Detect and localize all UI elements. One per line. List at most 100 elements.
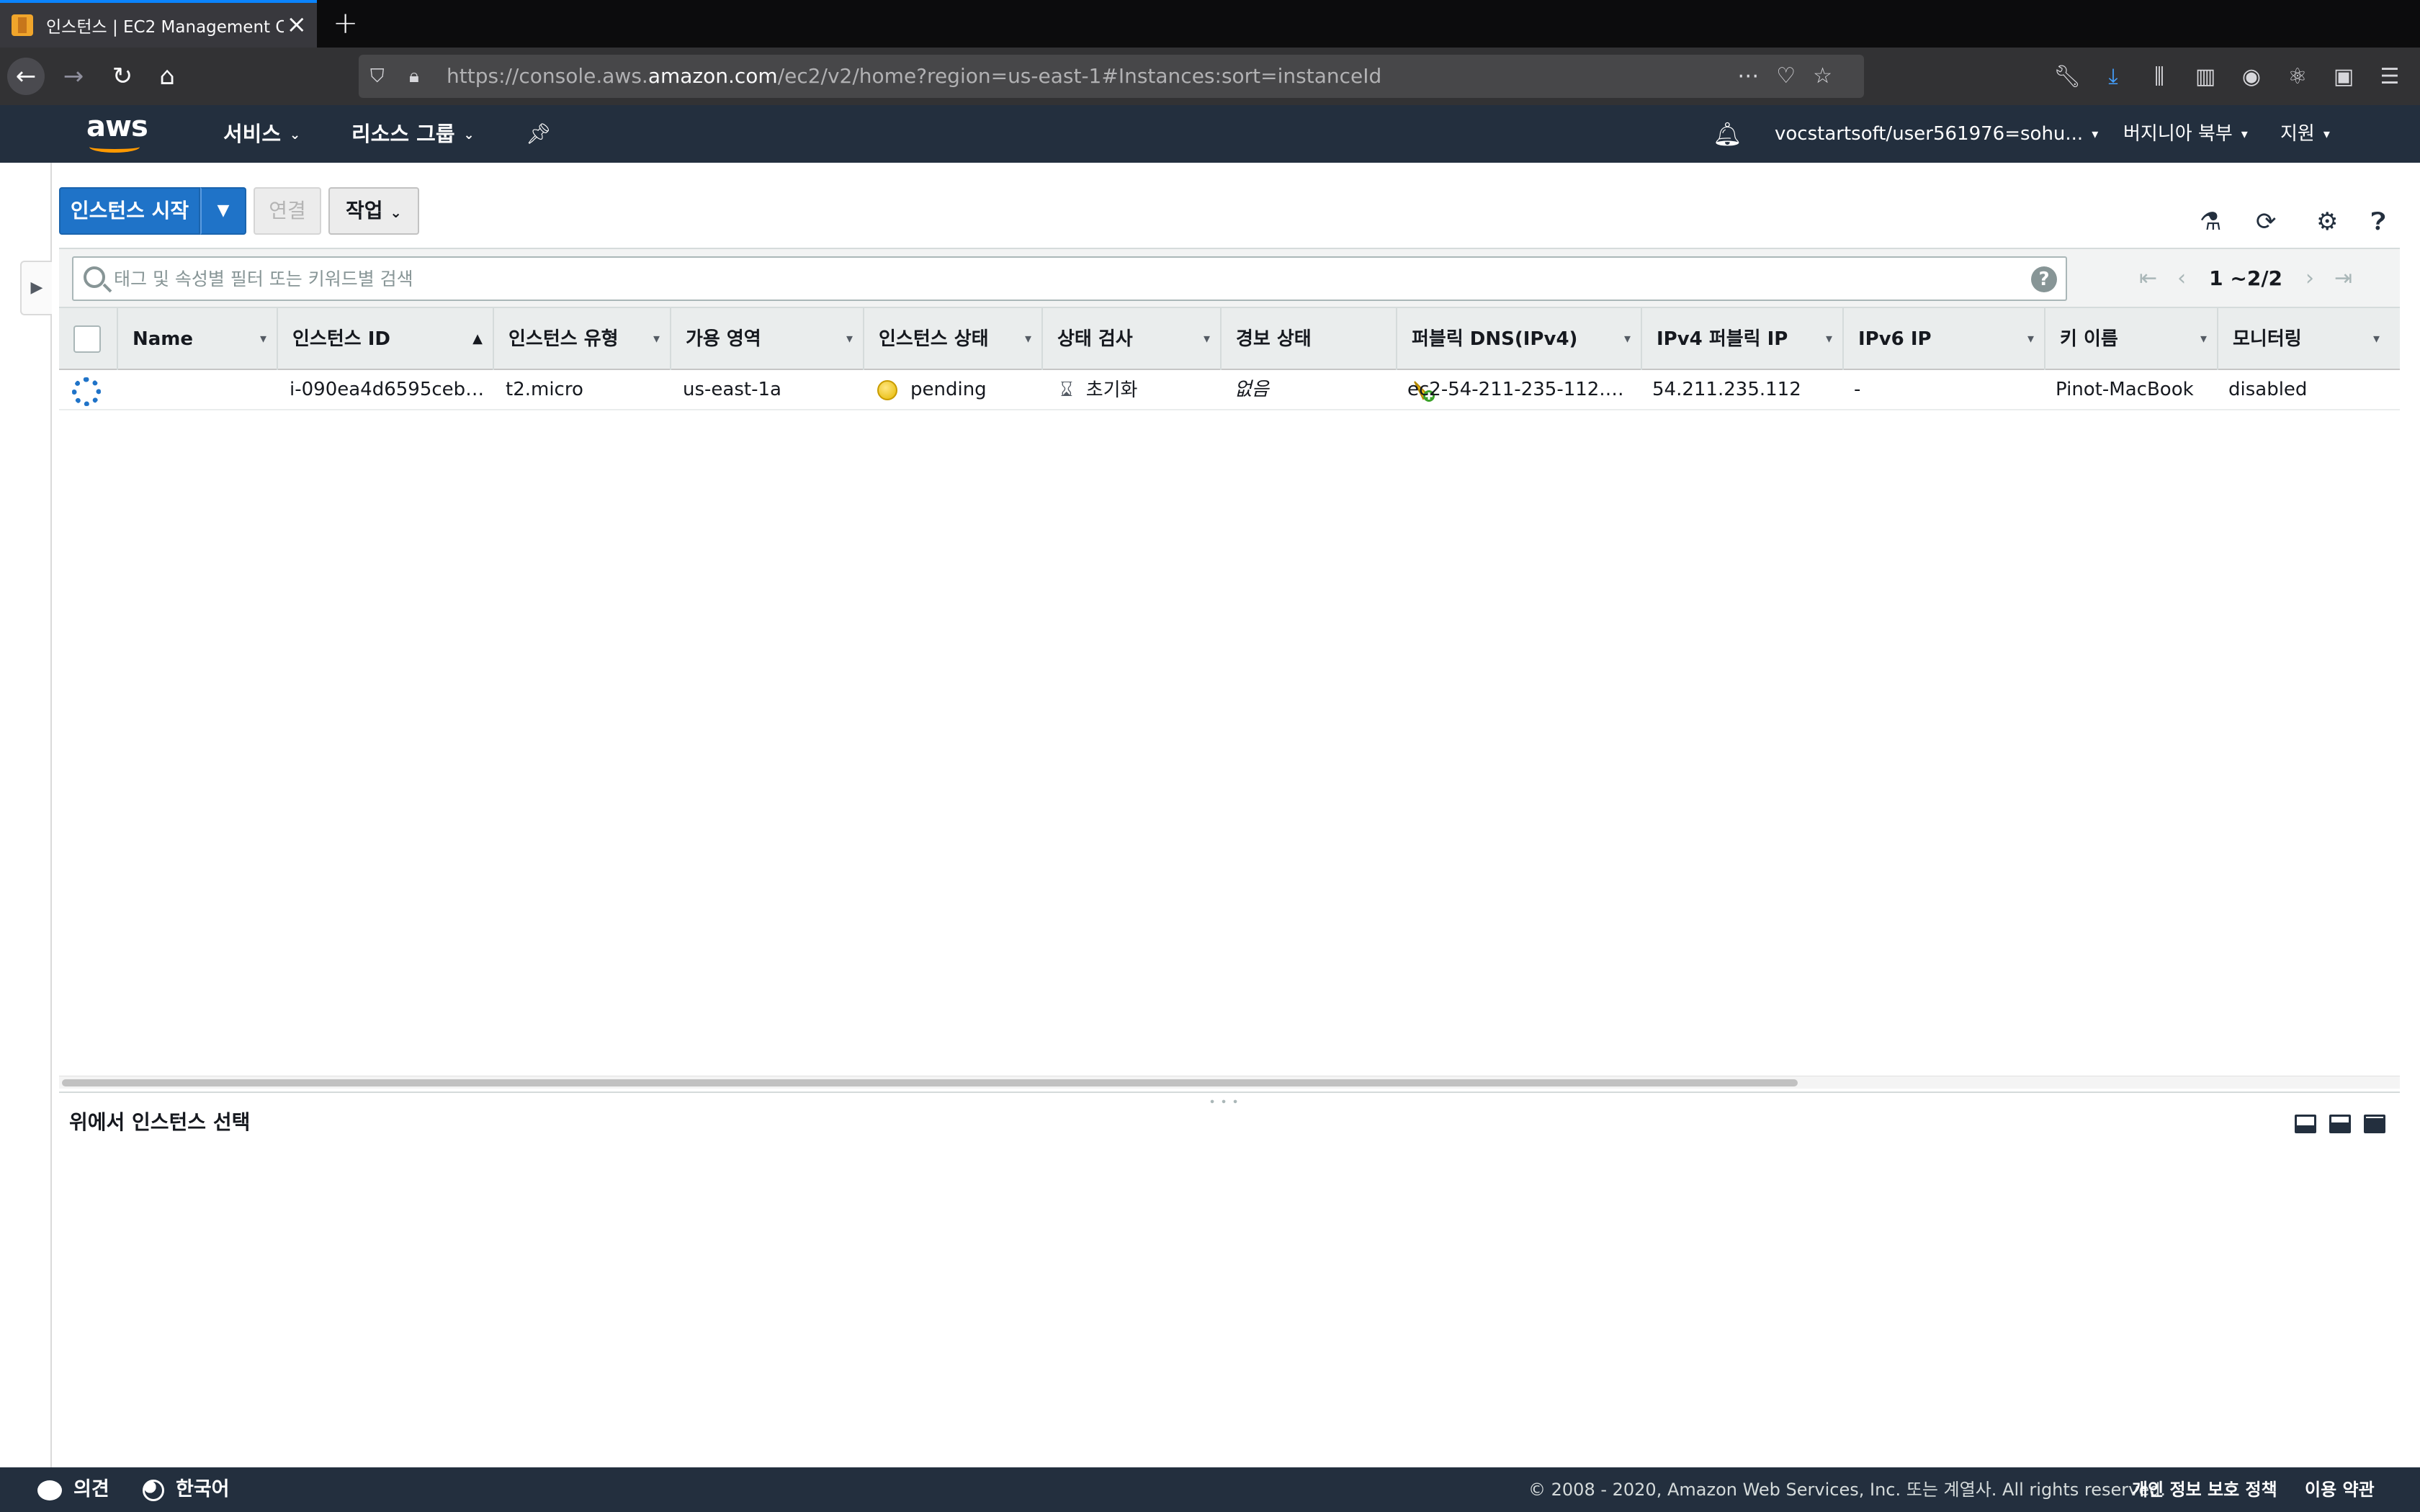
sort-icon: ▾ (1203, 331, 1210, 346)
download-icon[interactable]: ⤓ (2090, 64, 2136, 89)
cell-ipv6: - (1854, 379, 1861, 400)
back-icon[interactable]: ← (7, 58, 45, 95)
search-input[interactable] (114, 264, 2015, 294)
services-label: 서비스 (223, 122, 282, 146)
wrench-icon[interactable]: 🔧︎ (2044, 64, 2090, 89)
home-icon[interactable]: ⌂ (148, 58, 186, 95)
extension-icon[interactable]: ▣ (2321, 64, 2367, 89)
filter-bar: ? ⇤ ‹ 1 ~2/2 › ⇥ (59, 248, 2400, 307)
column-public-ip[interactable]: IPv4 퍼블릭 IP ▾ (1641, 308, 1842, 370)
column-public-dns[interactable]: 퍼블릭 DNS(IPv4) ▾ (1396, 308, 1641, 370)
speech-bubble-icon (37, 1480, 62, 1500)
console-footer: 의견 한국어 © 2008 - 2020, Amazon Web Service… (0, 1467, 2420, 1512)
column-instance-id[interactable]: 인스턴스 ID ▲ (277, 308, 493, 370)
pending-state-icon (877, 379, 897, 400)
services-menu[interactable]: 서비스 ⌄ (223, 105, 300, 164)
splitter-grip-icon[interactable]: ∙∙∙ (1209, 1094, 1243, 1108)
menu-icon[interactable]: ☰ (2367, 64, 2413, 89)
account-label: vocstartsoft/user561976=sohu... (1775, 123, 2084, 145)
launch-instance-button[interactable]: 인스턴스 시작 (59, 187, 200, 235)
search-help-icon[interactable]: ? (2031, 266, 2057, 292)
caret-down-icon: ▼ (217, 202, 230, 220)
flask-icon[interactable]: ⚗ (2200, 206, 2221, 238)
column-label: 인스턴스 유형 (508, 328, 619, 350)
url-text[interactable]: https://console.aws.amazon.com/ec2/v2/ho… (447, 55, 1381, 98)
resource-groups-menu[interactable]: 리소스 그룹 ⌄ (351, 105, 475, 164)
sort-asc-icon: ▲ (472, 331, 483, 346)
column-availability-zone[interactable]: 가용 영역 ▾ (670, 308, 863, 370)
region-menu[interactable]: 버지니아 북부 ▾ (2123, 105, 2248, 163)
language-selector[interactable]: 한국어 (143, 1467, 230, 1512)
support-label: 지원 (2280, 123, 2315, 145)
column-label: 상태 검사 (1057, 328, 1133, 350)
layout-bottom-large-icon[interactable] (2364, 1115, 2385, 1133)
previous-page-icon[interactable]: ‹ (2177, 266, 2186, 291)
account-icon[interactable]: ◉ (2228, 64, 2275, 89)
reload-icon[interactable]: ↻ (104, 58, 141, 95)
actions-button[interactable]: 작업 ⌄ (328, 187, 419, 235)
cell-availability-zone: us-east-1a (683, 379, 781, 400)
column-monitoring[interactable]: 모니터링 ▾ (2217, 308, 2390, 370)
table-row[interactable]: i-090ea4d6595ceba36 t2.micro us-east-1a … (59, 370, 2400, 410)
account-menu[interactable]: vocstartsoft/user561976=sohu... ▾ (1775, 105, 2098, 163)
cell-public-ip: 54.211.235.112 (1652, 379, 1801, 400)
terms-link[interactable]: 이용 약관 (2305, 1467, 2375, 1512)
last-page-icon[interactable]: ⇥ (2334, 266, 2352, 291)
horizontal-scrollbar[interactable] (59, 1076, 2400, 1089)
caret-down-icon: ▾ (2323, 126, 2330, 142)
help-icon[interactable]: ❓︎ (2371, 206, 2385, 238)
cell-name[interactable] (131, 370, 275, 409)
column-alarm-status[interactable]: 경보 상태 (1220, 308, 1396, 370)
browser-tab[interactable]: 인스턴스 | EC2 Management Console × (0, 0, 317, 48)
bookmark-star-icon[interactable]: ☆ (1813, 63, 1850, 89)
chevron-down-icon: ⌄ (463, 127, 475, 143)
column-label: 키 이름 (2060, 328, 2118, 350)
more-actions-icon[interactable]: ⋯ (1737, 63, 1776, 89)
support-menu[interactable]: 지원 ▾ (2280, 105, 2330, 163)
aws-logo-text: aws (86, 110, 148, 143)
column-instance-state[interactable]: 인스턴스 상태 ▾ (863, 308, 1041, 370)
first-page-icon[interactable]: ⇤ (2139, 266, 2157, 291)
address-bar[interactable]: ⛉ 🔒︎ https://console.aws.amazon.com/ec2/… (359, 55, 1864, 98)
refresh-icon[interactable]: ⟳ (2256, 206, 2277, 238)
pin-icon[interactable]: 📌︎ (526, 105, 552, 163)
bell-icon[interactable]: 🔔︎ (1713, 105, 1742, 163)
connect-button[interactable]: 연결 (254, 187, 321, 235)
gear-icon[interactable]: ⚙ (2316, 206, 2338, 238)
privacy-policy-link[interactable]: 개인 정보 보호 정책 (2132, 1467, 2277, 1512)
page-range: 1 ~2/2 (2209, 266, 2283, 290)
forward-icon[interactable]: → (55, 58, 92, 95)
layout-bottom-small-icon[interactable] (2295, 1115, 2316, 1133)
library-icon[interactable]: ⫼ (2136, 64, 2182, 89)
pocket-icon[interactable]: ♡ (1776, 63, 1813, 89)
column-ipv6[interactable]: IPv6 IP ▾ (1842, 308, 2044, 370)
aws-favicon-icon (12, 14, 33, 36)
left-nav-rail: ▶ (0, 163, 52, 1467)
column-instance-type[interactable]: 인스턴스 유형 ▾ (493, 308, 670, 370)
column-status-checks[interactable]: 상태 검사 ▾ (1041, 308, 1220, 370)
feedback-label: 의견 (73, 1478, 109, 1500)
scrollbar-thumb[interactable] (62, 1079, 1798, 1086)
column-name[interactable]: Name ▾ (117, 308, 277, 370)
close-tab-icon[interactable]: × (287, 10, 308, 39)
browser-tab-bar: 인스턴스 | EC2 Management Console × + (0, 0, 2420, 48)
aws-logo[interactable]: aws (86, 110, 148, 156)
column-label: IPv6 IP (1858, 328, 1932, 350)
layout-bottom-half-icon[interactable] (2329, 1115, 2351, 1133)
loading-spinner-icon (72, 377, 101, 406)
select-all-checkbox[interactable] (73, 325, 101, 353)
next-page-icon[interactable]: › (2305, 266, 2314, 291)
expand-nav-toggle[interactable]: ▶ (20, 261, 52, 315)
sidebar-icon[interactable]: ▥ (2182, 64, 2228, 89)
new-tab-icon[interactable]: + (333, 4, 358, 42)
column-key-name[interactable]: 키 이름 ▾ (2044, 308, 2217, 370)
lock-icon[interactable]: 🔒︎ (409, 55, 419, 98)
tracking-shield-icon[interactable]: ⛉ (370, 55, 385, 98)
column-label: 경보 상태 (1236, 328, 1312, 350)
state-label: pending (910, 379, 987, 400)
react-devtools-icon[interactable]: ⚛ (2275, 64, 2321, 89)
feedback-link[interactable]: 의견 (37, 1467, 109, 1512)
launch-dropdown-button[interactable]: ▼ (200, 187, 246, 235)
language-label: 한국어 (176, 1478, 230, 1500)
search-icon (84, 266, 105, 288)
